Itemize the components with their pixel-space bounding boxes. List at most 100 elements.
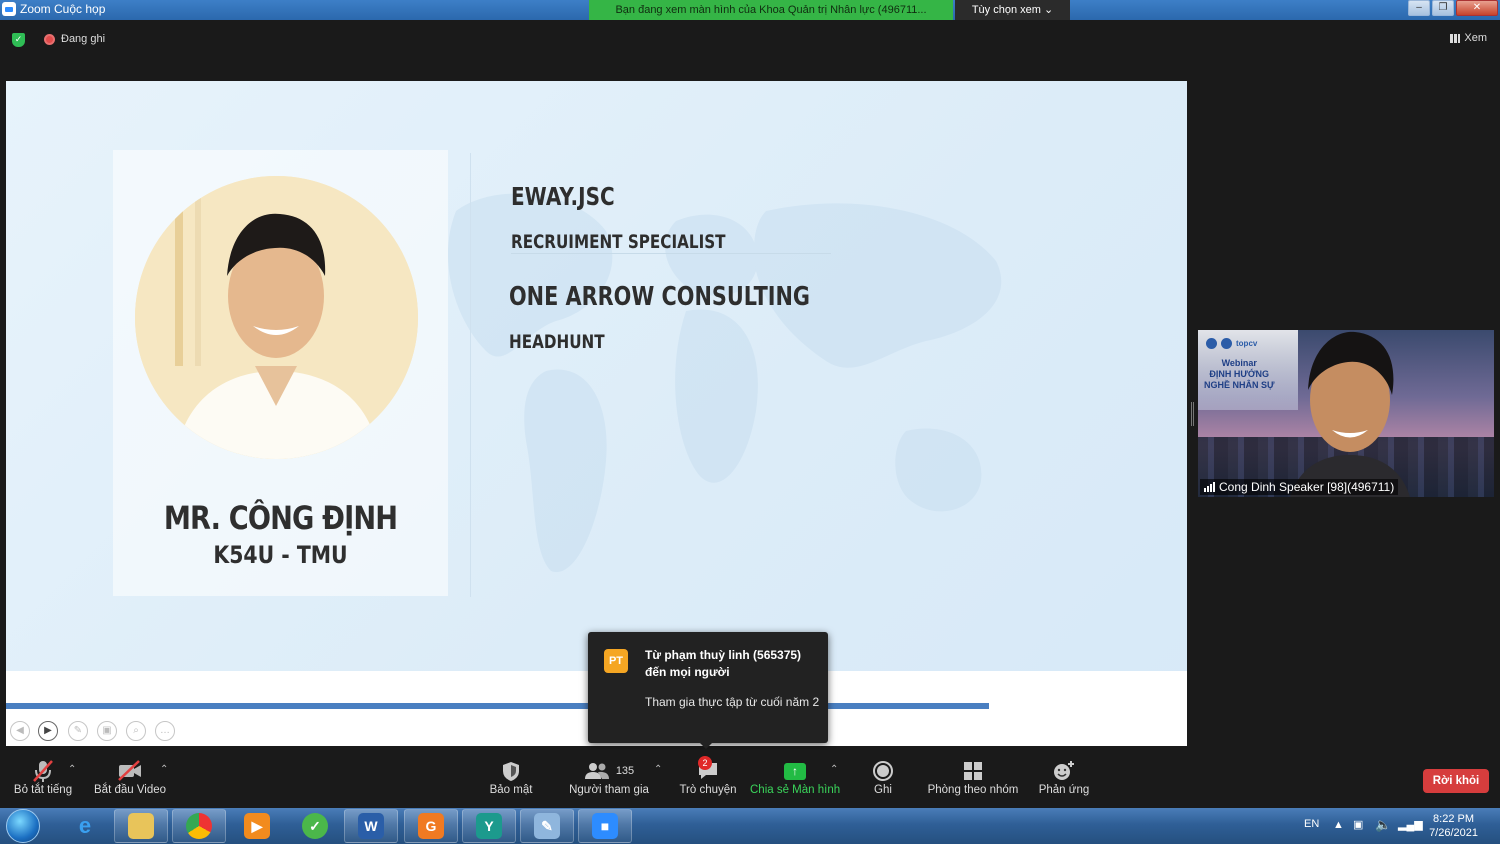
app-taskbar-item[interactable]: ✓ xyxy=(288,809,342,843)
audio-options-chevron-icon[interactable]: ⌃ xyxy=(68,764,76,775)
overlay-logos: topcv xyxy=(1206,338,1257,349)
security-button[interactable]: Bảo mật xyxy=(484,758,538,796)
pen-icon[interactable]: ✎ xyxy=(68,721,88,741)
webinar-line: NGHỀ NHÂN SỰ xyxy=(1204,380,1275,390)
encryption-shield-icon[interactable]: ✓ xyxy=(12,33,25,47)
record-button[interactable]: Ghi xyxy=(866,758,900,796)
video-options-chevron-icon[interactable]: ⌃ xyxy=(160,764,168,775)
meeting-header: ✓ Đang ghi Xem xyxy=(0,20,1500,60)
participants-chevron-icon[interactable]: ⌃ xyxy=(654,764,662,775)
paint-taskbar-item[interactable]: ✎ xyxy=(520,809,574,843)
signal-icon[interactable]: ▂▄▆ xyxy=(1398,818,1423,831)
y-app-icon: Y xyxy=(476,813,502,839)
window-title: Zoom Cuộc họp xyxy=(20,2,106,16)
webinar-overlay: topcv Webinar ĐỊNH HƯỚNG NGHỀ NHÂN SỰ xyxy=(1198,330,1298,410)
start-button-icon[interactable] xyxy=(6,809,40,843)
webinar-line: Webinar xyxy=(1221,358,1257,368)
record-dot-icon xyxy=(44,33,55,45)
restore-icon[interactable]: ❐ xyxy=(1432,0,1454,16)
zoom-app-icon: ■ xyxy=(592,813,618,839)
topcv-brand: topcv xyxy=(1236,339,1258,348)
participants-icon xyxy=(584,763,609,779)
internet-explorer-icon: e xyxy=(78,813,92,838)
input-language[interactable]: EN xyxy=(1304,818,1319,830)
breakout-rooms-button[interactable]: Phòng theo nhóm xyxy=(926,758,1020,796)
logo-icon xyxy=(1206,338,1217,349)
view-options-button[interactable]: Tùy chọn xem ⌄ xyxy=(955,0,1070,20)
zoom-icon[interactable]: ⌕ xyxy=(126,721,146,741)
chrome-taskbar-item[interactable] xyxy=(172,809,226,843)
volume-icon[interactable]: 🔈 xyxy=(1375,817,1391,833)
reactions-smile-icon xyxy=(1054,761,1074,780)
more-options-icon[interactable]: … xyxy=(155,721,175,741)
viewing-banner: Bạn đang xem màn hình của Khoa Quản trị … xyxy=(589,0,953,20)
view-button[interactable]: Xem xyxy=(1450,32,1487,44)
reactions-button[interactable]: Phản ứng xyxy=(1036,758,1092,796)
chat-unread-badge: 2 xyxy=(698,756,712,770)
webinar-line: ĐỊNH HƯỚNG xyxy=(1209,369,1270,379)
role-2: HEADHUNT xyxy=(509,331,605,353)
clock-date: 7/26/2021 xyxy=(1429,827,1478,839)
muted-mic-icon xyxy=(33,760,53,782)
reactions-label: Phản ứng xyxy=(1038,784,1090,796)
app-title: Zoom Cuộc họp xyxy=(2,2,105,16)
speaker-portrait xyxy=(135,176,418,459)
start-video-label: Bắt đầu Video xyxy=(94,784,167,796)
view-label: Xem xyxy=(1464,32,1487,44)
chat-button[interactable]: 2 Trò chuyện xyxy=(678,756,738,796)
explorer-taskbar-item[interactable] xyxy=(114,809,168,843)
share-options-chevron-icon[interactable]: ⌃ xyxy=(830,764,838,775)
word-taskbar-item[interactable]: W xyxy=(344,809,398,843)
zoom-logo-icon xyxy=(2,2,16,16)
zoom-taskbar-item[interactable]: ■ xyxy=(578,809,632,843)
leave-meeting-button[interactable]: Rời khỏi xyxy=(1423,769,1489,793)
green-app-icon: ✓ xyxy=(302,813,328,839)
share-screen-button[interactable]: ↑ Chia sẻ Màn hình xyxy=(750,758,840,796)
chat-notification[interactable]: PT Từ phạm thuỳ linh (565375) đến mọi ng… xyxy=(588,632,828,749)
speaker-title: MR. CÔNG ĐỊNH xyxy=(163,499,398,537)
close-icon[interactable]: ✕ xyxy=(1456,0,1498,16)
role-separator xyxy=(511,253,831,254)
record-icon xyxy=(873,761,893,781)
security-shield-icon xyxy=(503,762,519,781)
avatar: PT xyxy=(604,649,628,673)
share-screen-icon: ↑ xyxy=(784,762,806,780)
media-player-taskbar-item[interactable]: ▶ xyxy=(230,809,284,843)
ie-taskbar-item[interactable]: e xyxy=(58,809,112,843)
zoom-window: Zoom Cuộc họp Bạn đang xem màn hình của … xyxy=(0,0,1500,844)
previous-slide-icon[interactable]: ◀ xyxy=(10,721,30,741)
system-clock[interactable]: 8:22 PM 7/26/2021 xyxy=(1429,812,1478,840)
title-bar: Zoom Cuộc họp Bạn đang xem màn hình của … xyxy=(0,0,1500,20)
media-player-icon: ▶ xyxy=(244,813,270,839)
speaker-face-icon xyxy=(1290,331,1410,497)
logo-icon xyxy=(1221,338,1232,349)
record-label: Ghi xyxy=(874,784,892,796)
recording-label: Đang ghi xyxy=(61,33,106,45)
speaker-name: Cong Dinh Speaker [98](496711) xyxy=(1219,480,1395,494)
participants-button[interactable]: 135 Người tham gia xyxy=(568,758,650,796)
speaker-class: K54U - TMU xyxy=(213,541,348,569)
foxit-taskbar-item[interactable]: G xyxy=(404,809,458,843)
unmute-button[interactable]: Bỏ tắt tiếng xyxy=(10,758,76,796)
video-off-icon xyxy=(118,760,141,781)
panel-splitter[interactable] xyxy=(1191,402,1194,426)
windows-taskbar: e ▶ ✓ W G Y ✎ ■ EN ▲ ▣ 🔈 ▂▄▆ 8:22 PM 7/2… xyxy=(0,808,1500,844)
person-photo-icon xyxy=(135,176,418,459)
speaker-video-tile[interactable]: topcv Webinar ĐỊNH HƯỚNG NGHỀ NHÂN SỰ Co… xyxy=(1198,330,1494,497)
share-screen-label: Chia sẻ Màn hình xyxy=(750,784,841,796)
chrome-icon xyxy=(186,813,212,839)
chat-message: Tham gia thực tập từ cuối năm 2 xyxy=(645,695,820,709)
start-video-button[interactable]: Bắt đầu Video xyxy=(94,758,166,796)
next-slide-icon[interactable]: ▶ xyxy=(38,721,58,741)
recording-indicator[interactable]: Đang ghi xyxy=(44,33,105,45)
clock-time: 8:22 PM xyxy=(1433,813,1475,825)
network-device-icon[interactable]: ▣ xyxy=(1353,818,1363,831)
slides-icon[interactable]: ▣ xyxy=(97,721,117,741)
unmute-label: Bỏ tắt tiếng xyxy=(13,784,73,796)
minimize-icon[interactable]: – xyxy=(1408,0,1430,16)
participants-label: Người tham gia xyxy=(569,784,649,796)
signal-bars-icon xyxy=(1204,482,1215,492)
show-hidden-icons-icon[interactable]: ▲ xyxy=(1333,819,1344,831)
pdf-reader-icon: G xyxy=(418,813,444,839)
app-y-taskbar-item[interactable]: Y xyxy=(462,809,516,843)
